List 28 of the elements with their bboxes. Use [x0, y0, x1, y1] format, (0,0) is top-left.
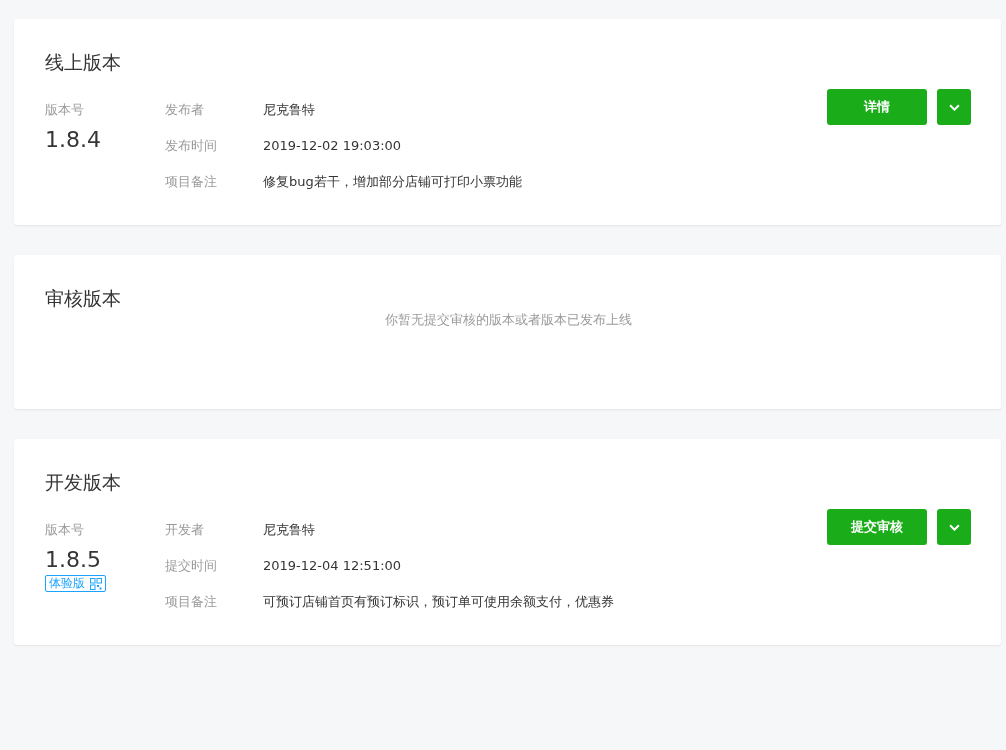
field-label: 项目备注	[165, 173, 218, 191]
dropdown-button[interactable]	[937, 89, 971, 125]
section-title: 开发版本	[45, 470, 121, 495]
field-label: 发布者	[165, 101, 205, 119]
field-value: 尼克鲁特	[263, 101, 315, 119]
version-number: 1.8.5	[45, 546, 101, 574]
version-label: 版本号	[45, 521, 84, 539]
action-button[interactable]: 提交审核	[827, 509, 927, 545]
trial-badge[interactable]: 体验版	[45, 575, 106, 592]
field-value: 2019-12-04 12:51:00	[263, 557, 402, 575]
version-number: 1.8.4	[45, 126, 101, 154]
qr-code-icon	[90, 577, 102, 590]
chevron-down-icon	[948, 523, 960, 531]
empty-message: 你暂无提交审核的版本或者版本已发布上线	[384, 311, 632, 329]
field-value: 2019-12-02 19:03:00	[263, 137, 402, 155]
section-title: 线上版本	[45, 50, 121, 75]
field-value: 可预订店铺首页有预订标识，预订单可使用余额支付，优惠券	[263, 593, 614, 611]
field-label: 发布时间	[165, 137, 218, 155]
field-label: 项目备注	[165, 593, 218, 611]
version-label: 版本号	[45, 101, 84, 119]
field-value: 尼克鲁特	[263, 521, 315, 539]
field-label: 开发者	[165, 521, 205, 539]
field-label: 提交时间	[165, 557, 218, 575]
chevron-down-icon	[948, 103, 960, 111]
action-button[interactable]: 详情	[827, 89, 927, 125]
field-value: 修复bug若干，增加部分店铺可打印小票功能	[263, 173, 522, 191]
dropdown-button[interactable]	[937, 509, 971, 545]
section-title: 审核版本	[45, 286, 121, 311]
